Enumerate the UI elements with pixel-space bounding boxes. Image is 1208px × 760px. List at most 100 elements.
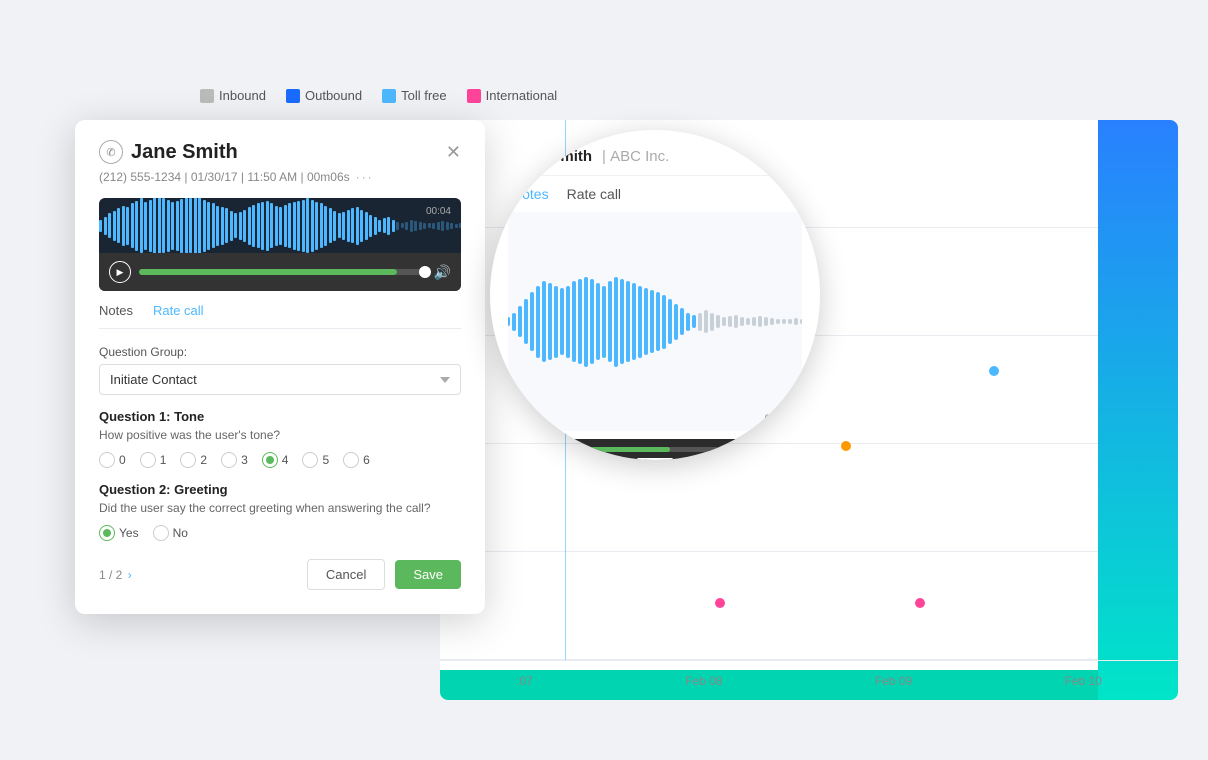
volume-icon[interactable]: 🔊 — [434, 264, 451, 281]
cancel-button[interactable]: Cancel — [307, 559, 385, 590]
bubble-wave-bar — [788, 319, 792, 324]
tab-rate-call[interactable]: Rate call — [153, 303, 204, 320]
question2-options: Yes No — [99, 525, 461, 541]
modal-footer: 1 / 2 › Cancel Save — [99, 559, 461, 590]
question1-options: 01 23456 — [99, 452, 461, 468]
bubble-wave-bar — [572, 281, 576, 362]
radio-item[interactable]: 0 — [99, 452, 126, 468]
question2-desc: Did the user say the correct greeting wh… — [99, 501, 461, 515]
bubble-wave-bar — [716, 315, 720, 329]
radio-item[interactable]: 2 — [180, 452, 207, 468]
question-group-select[interactable]: Initiate Contact — [99, 364, 461, 395]
wave-bar — [392, 220, 395, 232]
bubble-wave-bar — [608, 281, 612, 362]
wave-bar — [185, 198, 188, 253]
bubble-wave-bar — [554, 286, 558, 358]
bubble-wave-bar — [794, 318, 798, 325]
timestamp: 00:04 — [426, 206, 451, 217]
wave-bar — [113, 211, 116, 241]
bubble-progress-track[interactable] — [506, 447, 804, 452]
wave-bar — [230, 211, 233, 241]
wave-bar — [144, 202, 147, 250]
waveform-area: 00:04 ▶ 🔊 — [99, 198, 461, 291]
bubble-company-text: ABC Inc. — [610, 148, 669, 165]
bubble-progress-thumb — [797, 444, 809, 456]
play-button[interactable]: ▶ — [109, 261, 131, 283]
bubble-wave-bar — [680, 308, 684, 335]
x-label: Feb 08 — [685, 674, 722, 688]
bubble-wave-bar — [650, 290, 654, 353]
wave-bar — [311, 200, 314, 252]
pagination-text: 1 / 2 — [99, 568, 122, 582]
bubble-wave-bar — [674, 304, 678, 340]
bubble-company: | ABC Inc. — [602, 148, 669, 165]
pagination: 1 / 2 › — [99, 568, 132, 582]
wave-bar — [428, 223, 431, 228]
radio-label: Yes — [119, 526, 139, 540]
wave-bar — [288, 203, 291, 248]
radio-item[interactable]: 4 — [262, 452, 289, 468]
bubble-tab-rate-call[interactable]: Rate call — [567, 186, 621, 202]
legend-item-outbound: Outbound — [286, 88, 362, 103]
wave-bar — [369, 215, 372, 237]
wave-bar — [410, 220, 413, 232]
wave-bar — [216, 206, 219, 246]
radio-item[interactable]: No — [153, 525, 188, 541]
wave-bar — [297, 201, 300, 251]
wave-bar — [167, 200, 170, 252]
wave-bar — [441, 221, 444, 231]
wave-bar — [252, 205, 255, 247]
bubble-wave-bar — [566, 286, 570, 358]
wave-bar — [266, 201, 269, 251]
bubble-wave-bar — [602, 286, 606, 358]
modal-title-row: ✆ Jane Smith — [99, 140, 238, 164]
wave-bar — [437, 222, 440, 230]
legend-label-tollfree: Toll free — [401, 88, 447, 103]
modal-meta: (212) 555-1234 | 01/30/17 | 11:50 AM | 0… — [99, 170, 461, 184]
wave-bar — [284, 205, 287, 247]
bubble-wave-bar — [782, 319, 786, 324]
wave-bar — [365, 212, 368, 240]
bubble-timestamp: 00:14 — [764, 413, 792, 425]
wave-bar — [446, 222, 449, 230]
x-label: Feb 10 — [1064, 674, 1101, 688]
bubble-wave-bar — [596, 283, 600, 360]
wave-bar — [176, 201, 179, 251]
bubble-wave-bar — [584, 277, 588, 367]
radio-circle — [180, 452, 196, 468]
radio-item[interactable]: Yes — [99, 525, 139, 541]
save-button[interactable]: Save — [395, 560, 461, 589]
question1-title: Question 1: Tone — [99, 409, 461, 424]
wave-bar — [126, 207, 129, 245]
progress-track[interactable] — [139, 269, 426, 275]
wave-bar — [194, 198, 197, 253]
bubble-wave-bar — [698, 313, 702, 331]
wave-bar — [207, 202, 210, 250]
wave-bar — [302, 200, 305, 252]
radio-item[interactable]: 5 — [302, 452, 329, 468]
chart-dot — [915, 598, 925, 608]
tab-notes[interactable]: Notes — [99, 303, 133, 320]
close-button[interactable]: ✕ — [446, 143, 461, 161]
chart-dot — [989, 366, 999, 376]
legend-dot-tollfree — [382, 89, 396, 103]
wave-bar — [153, 198, 156, 253]
radio-item[interactable]: 6 — [343, 452, 370, 468]
radio-label: 2 — [200, 453, 207, 467]
legend-dot-outbound — [286, 89, 300, 103]
radio-inner — [266, 456, 274, 464]
wave-bar — [347, 210, 350, 242]
bubble-wave-bar — [746, 318, 750, 325]
bubble-wave-bar — [524, 299, 528, 344]
bubble-wave-bar — [530, 292, 534, 351]
wave-bar — [423, 223, 426, 229]
radio-item[interactable]: 1 — [140, 452, 167, 468]
wave-bar — [149, 200, 152, 252]
bubble-wave-bar — [764, 317, 768, 326]
bubble-wave-bar — [614, 277, 618, 367]
wave-bar — [419, 222, 422, 230]
legend-dot-inbound — [200, 89, 214, 103]
legend-dot-international — [467, 89, 481, 103]
radio-item[interactable]: 3 — [221, 452, 248, 468]
wave-bar — [324, 206, 327, 246]
